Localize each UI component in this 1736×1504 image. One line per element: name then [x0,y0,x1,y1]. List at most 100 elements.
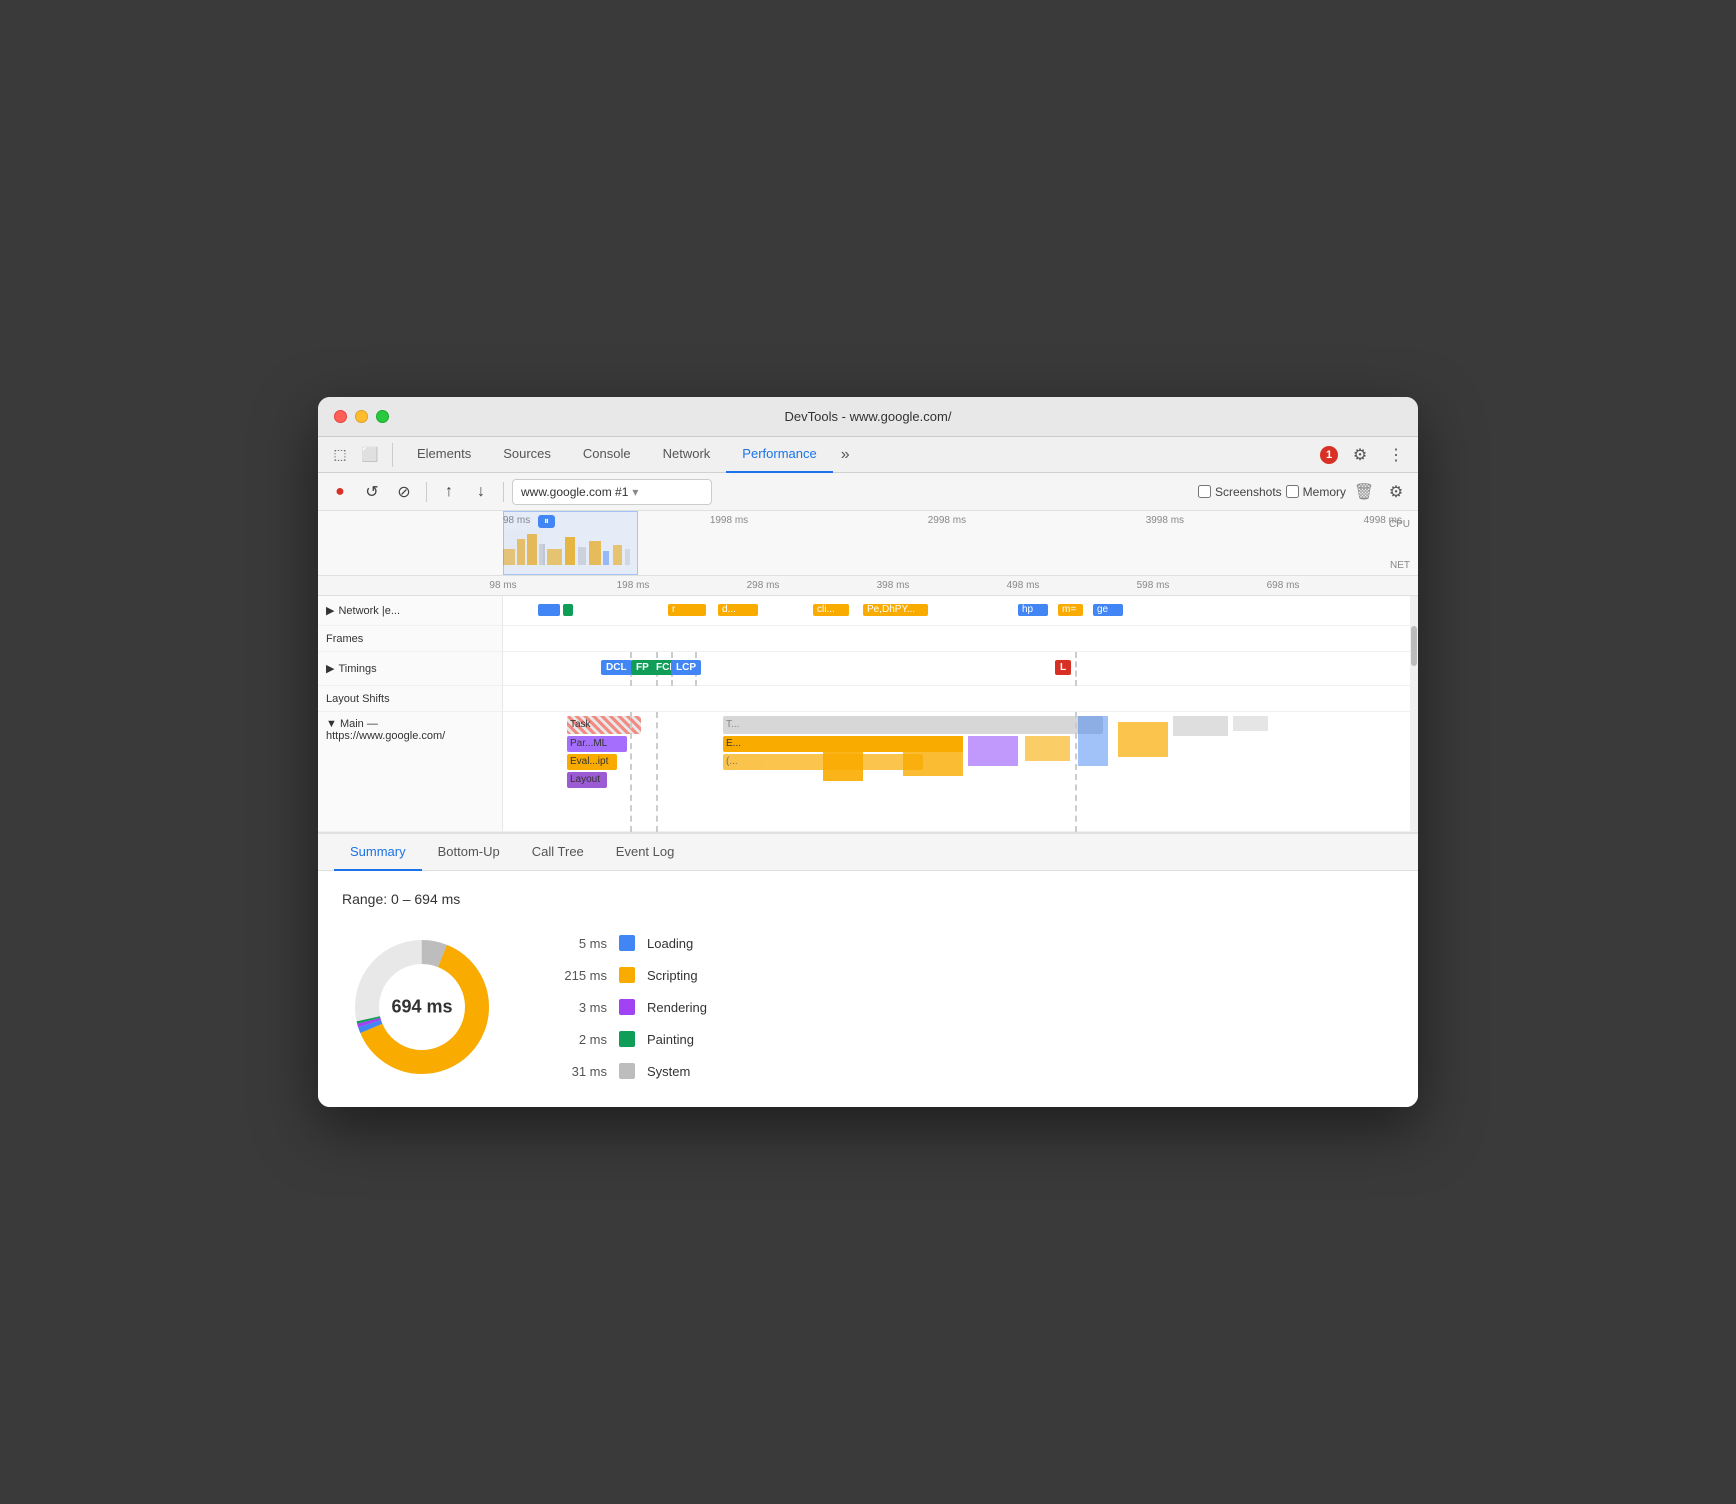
error-count-badge: 1 [1320,446,1338,464]
reload-record-button[interactable]: ↺ [358,478,386,506]
legend-label-rendering: Rendering [647,1000,707,1015]
network-expand-icon[interactable]: ▶ [326,604,334,617]
bottom-tabs: Summary Bottom-Up Call Tree Event Log [318,834,1418,871]
minimize-button[interactable] [355,410,368,423]
frames-track-label[interactable]: Frames [318,626,503,651]
tab-bottom-up[interactable]: Bottom-Up [422,834,516,871]
bottom-panel: Summary Bottom-Up Call Tree Event Log Ra… [318,832,1418,1107]
tab-performance[interactable]: Performance [726,437,832,473]
tick-398ms: 398 ms [877,580,910,591]
toolbar-nav: ⬚ ⬜ [326,443,393,467]
screenshots-checkbox-group: Screenshots [1198,485,1282,499]
overview-tick-1: 1998 ms [710,515,748,526]
url-text: www.google.com #1 [521,485,628,499]
clear-recordings-button[interactable]: 🗑 [1350,478,1378,506]
cluster-4 [1025,736,1070,761]
clear-button[interactable]: ⊘ [390,478,418,506]
task-block-parml: Par...ML [567,736,627,752]
tick-698ms: 698 ms [1267,580,1300,591]
tick-598ms: 598 ms [1137,580,1170,591]
cursor-tool-button[interactable]: ⬚ [326,443,354,467]
cluster-3 [823,736,863,781]
toolbar-right: 1 ⚙ ⋮ [1320,441,1410,469]
network-bar-dhpy: Pe,DhPY... [863,604,928,616]
legend-swatch-system [619,1063,635,1079]
perf-toolbar: ● ↺ ⊘ ↑ ↓ www.google.com #1 ▾ Screenshot… [318,473,1418,511]
network-bar-r: r [668,604,706,616]
network-bar-2 [563,604,573,616]
window-title: DevTools - www.google.com/ [785,409,952,424]
lcp-badge: LCP [671,660,701,675]
task-block-eval: Eval...ipt [567,754,617,770]
legend-value-loading: 5 ms [562,936,607,951]
tab-bar: ⬚ ⬜ Elements Sources Console Network Per… [318,437,1418,473]
timings-track-label[interactable]: ▶ Timings [318,652,503,685]
network-bar-ge: ge [1093,604,1123,616]
legend-value-rendering: 3 ms [562,1000,607,1015]
scrollbar-thumb[interactable] [1411,626,1417,666]
legend-item-rendering: 3 ms Rendering [562,999,707,1015]
titlebar: DevTools - www.google.com/ [318,397,1418,437]
overview-tick-3: 3998 ms [1146,515,1184,526]
legend-item-painting: 2 ms Painting [562,1031,707,1047]
network-label-text: Network |e... [338,605,400,617]
legend-value-painting: 2 ms [562,1032,607,1047]
timings-track-content: DCL FP FCP LCP L [503,652,1418,686]
cluster-2 [968,736,1018,766]
network-bar-1 [538,604,560,616]
toolbar-separator-2 [503,482,504,502]
layout-shifts-label[interactable]: Layout Shifts [318,686,503,711]
device-toolbar-button[interactable]: ⬜ [356,443,384,467]
tab-sources[interactable]: Sources [487,437,567,473]
summary-content: 694 ms 5 ms Loading 215 ms Scripting [342,927,1394,1087]
tab-network[interactable]: Network [647,437,727,473]
timings-expand-icon[interactable]: ▶ [326,662,334,675]
tab-summary[interactable]: Summary [334,834,422,871]
summary-panel: Range: 0 – 694 ms [318,871,1418,1107]
download-button[interactable]: ↓ [467,478,495,506]
upload-button[interactable]: ↑ [435,478,463,506]
main-track-label[interactable]: ▼ Main — https://www.google.com/ [318,712,503,831]
legend-item-scripting: 215 ms Scripting [562,967,707,983]
overview-bar: CPU NET 98 ms 1998 ms 2998 ms 3998 ms 49… [318,511,1418,576]
maximize-button[interactable] [376,410,389,423]
timeline-scrollbar[interactable] [1410,596,1418,832]
network-bar-d: d... [718,604,758,616]
donut-center-value: 694 ms [391,997,452,1018]
task-block-t: T... [723,716,1103,734]
traffic-lights [334,410,389,423]
url-dropdown-button[interactable]: ▾ [632,485,638,499]
network-track-label[interactable]: ▶ Network |e... [318,596,503,625]
legend-item-system: 31 ms System [562,1063,707,1079]
legend-label-scripting: Scripting [647,968,698,983]
tab-console[interactable]: Console [567,437,647,473]
main-dcl-line [630,712,632,832]
overview-tick-4: 4998 ms [1364,515,1402,526]
legend-swatch-painting [619,1031,635,1047]
tab-call-tree[interactable]: Call Tree [516,834,600,871]
perf-settings-button[interactable]: ⚙ [1382,478,1410,506]
frames-track-content [503,626,1418,651]
legend-label-system: System [647,1064,690,1079]
cluster-1 [903,736,963,776]
layout-shifts-content [503,686,1418,711]
close-button[interactable] [334,410,347,423]
network-bar-hp: hp [1018,604,1048,616]
screenshots-checkbox[interactable] [1198,485,1211,498]
tab-elements[interactable]: Elements [401,437,487,473]
main-track-row: ▼ Main — https://www.google.com/ Task Pa… [318,712,1418,832]
range-text: Range: 0 – 694 ms [342,891,1394,907]
timings-label-text: Timings [338,663,376,675]
record-button[interactable]: ● [326,478,354,506]
main-label-text: ▼ Main — https://www.google.com/ [326,718,494,742]
legend-value-system: 31 ms [562,1064,607,1079]
memory-label: Memory [1303,485,1346,499]
settings-button[interactable]: ⚙ [1346,441,1374,469]
more-options-button[interactable]: ⋮ [1382,441,1410,469]
legend-swatch-rendering [619,999,635,1015]
tab-event-log[interactable]: Event Log [600,834,691,871]
memory-checkbox[interactable] [1286,485,1299,498]
cluster-6 [1118,722,1168,757]
toolbar-separator-1 [426,482,427,502]
tab-more-button[interactable]: » [833,437,858,473]
